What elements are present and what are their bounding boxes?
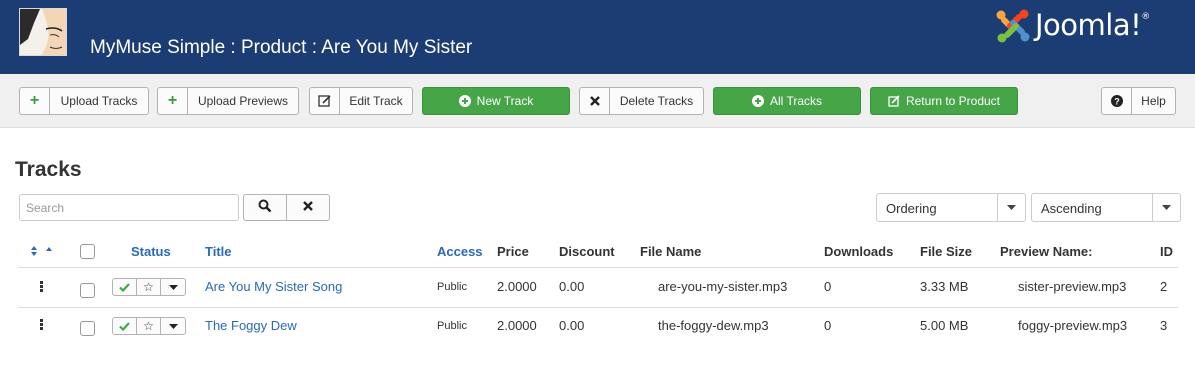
column-file-name: File Name [640,244,702,259]
circle-plus-icon [458,95,471,107]
new-track-button[interactable]: New Track [422,87,570,115]
caret-down-icon [997,194,1025,221]
direction-select[interactable]: Ascending [1031,193,1181,222]
clear-search-button[interactable] [286,194,330,221]
help-button[interactable]: ? Help [1101,87,1176,115]
clear-icon [302,200,314,215]
actions-dropdown-button[interactable] [160,278,186,296]
column-downloads: Downloads [824,244,894,259]
section-title: Tracks [15,158,82,181]
ordering-select[interactable]: Ordering [876,193,1026,222]
track-title-link[interactable]: Are You My Sister Song [205,279,342,294]
plus-icon: + [20,88,50,114]
brand-name: Joomla! [1035,8,1142,42]
actions-dropdown-button[interactable] [160,317,186,335]
caret-down-icon [168,323,178,329]
page-title: MyMuse Simple : Product : Are You My Sis… [90,37,473,58]
track-file-name: the-foggy-dew.mp3 [658,318,769,333]
search-icon [258,199,272,216]
table-divider [18,267,1178,268]
drag-handle-icon[interactable] [40,281,44,293]
column-access[interactable]: Access [437,244,483,259]
registered-mark: ® [1141,12,1150,22]
column-price: Price [497,244,529,259]
track-title-link[interactable]: The Foggy Dew [205,318,297,333]
return-to-product-button[interactable]: Return to Product [870,87,1018,115]
select-all-checkbox[interactable] [80,244,95,259]
edit-icon [888,95,900,107]
track-id: 2 [1160,279,1168,294]
sort-ordering-toggle[interactable] [29,245,55,260]
track-preview-name: foggy-preview.mp3 [1018,318,1128,333]
star-icon: ☆ [143,280,154,294]
header-bar: MyMuse Simple : Product : Are You My Sis… [0,0,1195,74]
upload-previews-button[interactable]: + Upload Previews [157,87,299,115]
edit-icon [310,88,340,114]
svg-text:?: ? [1114,97,1120,107]
plus-icon: + [158,88,188,114]
edit-track-button[interactable]: Edit Track [309,87,413,115]
track-file-size: 3.33 MB [920,279,969,294]
circle-plus-icon [751,95,764,107]
status-button-group: ☆ [112,278,186,296]
track-discount: 0.00 [559,279,585,294]
caret-down-icon [168,284,178,290]
x-icon [580,88,610,114]
track-access: Public [437,320,467,332]
track-id: 3 [1160,318,1168,333]
search-button[interactable] [243,194,287,221]
check-icon [119,321,130,331]
publish-toggle-button[interactable] [112,317,137,335]
table-divider [18,307,1178,308]
track-downloads: 0 [824,279,832,294]
featured-toggle-button[interactable]: ☆ [136,278,161,296]
track-price: 2.0000 [497,279,537,294]
track-access: Public [437,281,467,293]
toolbar: + Upload Tracks + Upload Previews Edit T… [0,74,1195,128]
drag-handle-icon[interactable] [40,319,44,331]
row-checkbox[interactable] [80,321,95,336]
column-discount: Discount [559,244,615,259]
track-price: 2.0000 [497,318,537,333]
column-preview-name: Preview Name: [1000,244,1093,259]
track-file-name: are-you-my-sister.mp3 [658,279,788,294]
search-input[interactable] [19,194,239,221]
star-icon: ☆ [143,319,154,333]
delete-tracks-button[interactable]: Delete Tracks [579,87,704,115]
publish-toggle-button[interactable] [112,278,137,296]
track-preview-name: sister-preview.mp3 [1018,279,1127,294]
upload-tracks-button[interactable]: + Upload Tracks [19,87,149,115]
column-id: ID [1160,244,1173,259]
track-downloads: 0 [824,318,832,333]
caret-down-icon [1152,194,1180,221]
check-icon [119,282,130,292]
track-discount: 0.00 [559,318,585,333]
sort-icon [29,245,55,260]
question-icon: ? [1102,88,1132,114]
column-status[interactable]: Status [131,244,171,259]
all-tracks-button[interactable]: All Tracks [713,87,861,115]
avatar [19,8,67,56]
row-checkbox[interactable] [80,283,95,298]
track-file-size: 5.00 MB [920,318,969,333]
column-file-size: File Size [920,244,973,259]
column-title[interactable]: Title [205,244,232,259]
joomla-logo-mark [996,9,1030,43]
status-button-group: ☆ [112,317,186,335]
featured-toggle-button[interactable]: ☆ [136,317,161,335]
